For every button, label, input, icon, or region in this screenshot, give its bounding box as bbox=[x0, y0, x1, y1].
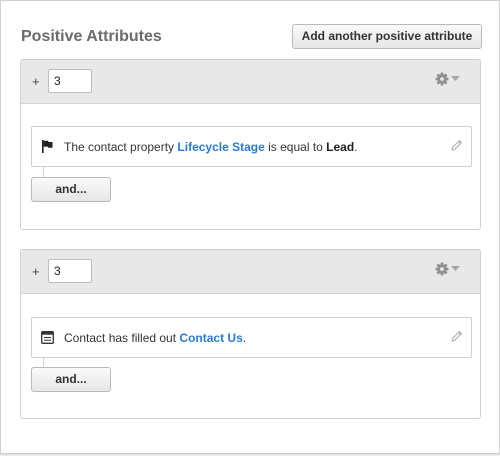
pencil-icon[interactable] bbox=[450, 330, 463, 343]
condition-operator: is equal to bbox=[268, 140, 323, 154]
condition-prefix: Contact has filled out bbox=[64, 331, 177, 345]
group-header: + bbox=[21, 60, 480, 104]
and-button[interactable]: and... bbox=[31, 177, 111, 202]
gear-icon bbox=[435, 72, 449, 86]
condition-prefix: The contact property bbox=[64, 140, 175, 154]
condition-text: The contact property Lifecycle Stage is … bbox=[64, 140, 358, 154]
section-title: Positive Attributes bbox=[21, 28, 162, 45]
attribute-group-2: + 3 Contact has filled out Contact Us. a… bbox=[20, 249, 481, 419]
condition-suffix: . bbox=[242, 331, 247, 345]
pencil-icon[interactable] bbox=[450, 139, 463, 152]
attribute-group-1: + 3 The contact property Lifecycle Stage… bbox=[20, 59, 481, 230]
condition-value: Lead bbox=[326, 140, 355, 154]
chevron-down-icon bbox=[451, 76, 460, 81]
and-button[interactable]: and... bbox=[31, 367, 111, 392]
gear-icon bbox=[435, 262, 449, 276]
connector-line bbox=[43, 167, 44, 177]
flag-icon bbox=[42, 140, 53, 153]
group-settings-menu[interactable] bbox=[435, 262, 460, 276]
condition-row: Contact has filled out Contact Us. bbox=[31, 317, 472, 358]
chevron-down-icon bbox=[451, 266, 460, 271]
group-settings-menu[interactable] bbox=[435, 72, 460, 86]
plus-sign: + bbox=[32, 264, 40, 279]
property-link[interactable]: Lifecycle Stage bbox=[177, 140, 264, 154]
form-icon bbox=[41, 331, 54, 344]
group-header: + bbox=[21, 250, 480, 294]
form-link[interactable]: Contact Us bbox=[179, 331, 242, 345]
positive-attributes-panel: Positive Attributes Add another positive… bbox=[0, 0, 500, 454]
connector-line bbox=[43, 358, 44, 367]
points-input[interactable] bbox=[48, 69, 92, 93]
condition-row: The contact property Lifecycle Stage is … bbox=[31, 126, 472, 167]
plus-sign: + bbox=[32, 74, 40, 89]
points-input[interactable] bbox=[48, 259, 92, 283]
condition-suffix: . bbox=[354, 140, 358, 154]
add-positive-attribute-button[interactable]: Add another positive attribute bbox=[292, 24, 482, 49]
condition-text: Contact has filled out Contact Us. bbox=[64, 331, 246, 345]
